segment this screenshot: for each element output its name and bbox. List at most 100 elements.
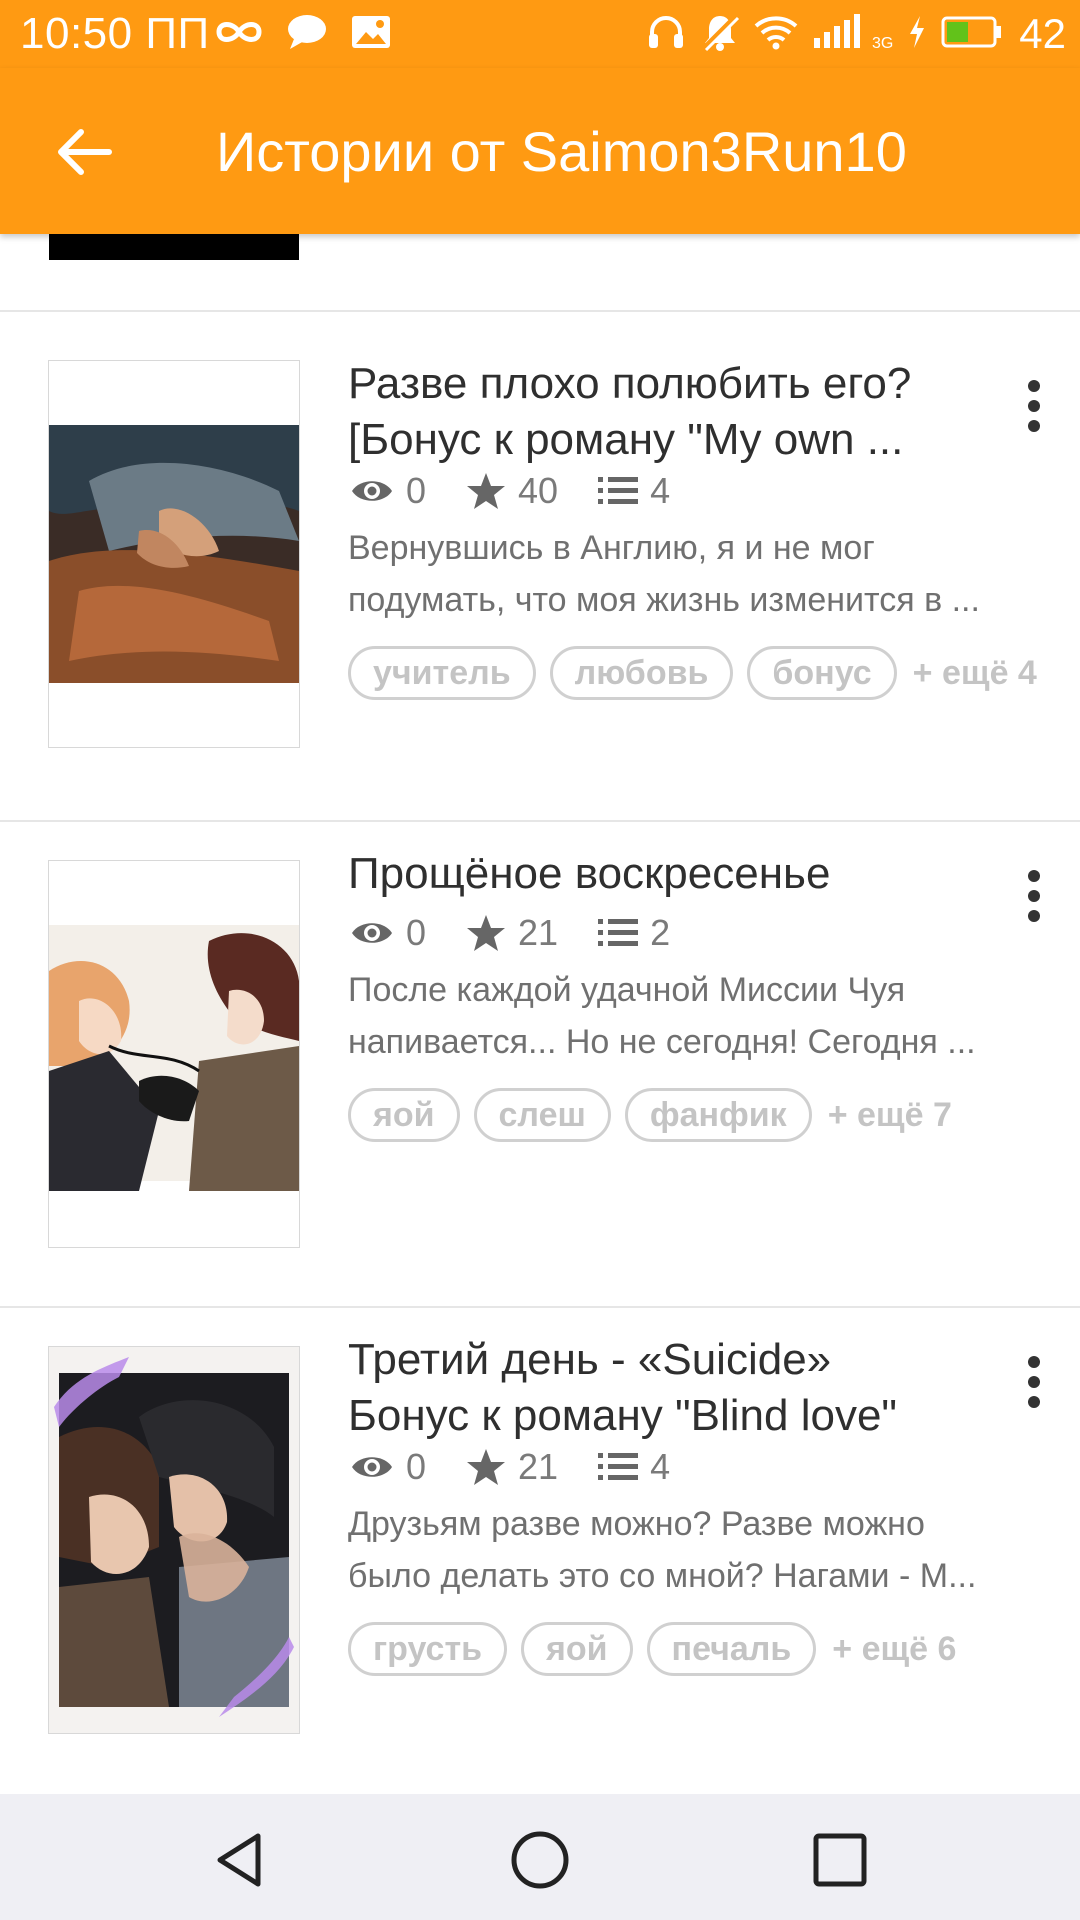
views-count: 0 [406, 470, 427, 511]
eye-icon [352, 1457, 392, 1477]
more-tags-link[interactable]: + ещё 4 [913, 654, 1037, 693]
story-title-line: Прощёное воскресенье [348, 849, 831, 898]
more-vert-dot [1028, 1376, 1040, 1388]
story-description: После каждой удачной Миссии Чуя напивает… [348, 964, 1038, 1068]
story-title[interactable]: Разве плохо полюбить его? [Бонус к роман… [348, 356, 988, 468]
more-vert-dot [1028, 910, 1040, 922]
story-title[interactable]: Прощёное воскресенье [348, 846, 988, 902]
views-stat: 0 [350, 470, 426, 512]
arrow-left-icon [58, 129, 112, 175]
parts-stat: 2 [598, 912, 670, 954]
system-nav-bar [0, 1794, 1080, 1920]
status-bar: 10:50 ПП 3G 42 [0, 0, 1080, 68]
star-icon [467, 1449, 506, 1485]
story-card[interactable]: Разве плохо полюбить его? [Бонус к роман… [0, 312, 1080, 822]
app-toolbar: Истории от Saimon3Run10 [0, 68, 1080, 234]
home-circle-icon [511, 1831, 569, 1889]
description-line: напивается... Но не сегодня! Сегодня ... [348, 1023, 976, 1061]
tag-chip[interactable]: любовь [549, 646, 734, 700]
views-stat: 0 [350, 912, 426, 954]
story-description: Вернувшись в Англию, я и не мог подумать… [348, 522, 1038, 626]
story-stats: 0 21 2 [350, 908, 710, 958]
votes-stat: 21 [466, 1446, 558, 1488]
muted-bell-icon [700, 12, 740, 57]
tag-chip[interactable]: грусть [348, 1622, 508, 1676]
description-line: Вернувшись в Англию, я и не мог [348, 529, 875, 567]
battery-percent: 42 [1019, 10, 1066, 57]
story-title-line: Третий день - «Suicide» [348, 1335, 832, 1384]
tag-chip[interactable]: слеш [473, 1088, 611, 1142]
list-icon [598, 919, 639, 946]
parts-count: 4 [650, 1446, 671, 1487]
tag-chip[interactable]: яой [521, 1622, 633, 1676]
image-notification-icon [350, 14, 392, 55]
parts-stat: 4 [598, 470, 670, 512]
story-cover[interactable] [48, 360, 300, 748]
description-line: подумать, что моя жизнь изменится в ... [348, 581, 980, 619]
battery-icon [941, 15, 1003, 54]
more-vert-icon [1028, 380, 1040, 392]
signal-icon [812, 13, 868, 55]
more-vert-dot [1028, 400, 1040, 412]
eye-icon [352, 923, 392, 943]
story-menu-button[interactable] [1016, 866, 1052, 926]
parts-count: 2 [650, 912, 671, 953]
tag-chip[interactable]: бонус [747, 646, 897, 700]
votes-count: 21 [518, 1446, 559, 1487]
description-line: После каждой удачной Миссии Чуя [348, 971, 906, 1009]
nav-back-button[interactable] [200, 1820, 280, 1900]
views-stat: 0 [350, 1446, 426, 1488]
story-tags: яой слеш фанфик + ещё 7 [348, 1085, 952, 1145]
story-card[interactable]: Третий день - «Suicide» Бонус к роману "… [0, 1308, 1080, 1794]
story-tags: грусть яой печаль + ещё 6 [348, 1619, 956, 1679]
more-tags-link[interactable]: + ещё 7 [828, 1096, 952, 1135]
nav-home-button[interactable] [500, 1820, 580, 1900]
status-notification-icons [214, 10, 392, 58]
back-triangle-icon [217, 1833, 261, 1887]
tag-chip[interactable]: яой [348, 1088, 460, 1142]
story-cover-partial [49, 234, 299, 260]
story-card[interactable]: Прощёное воскресенье 0 21 2 После каждой… [0, 822, 1080, 1308]
story-description: Друзьям разве можно? Разве можно было де… [348, 1498, 1038, 1602]
network-type-label: 3G [871, 35, 894, 52]
description-line: Друзьям разве можно? Разве можно [348, 1505, 925, 1543]
tag-chip[interactable]: печаль [646, 1622, 817, 1676]
list-icon [598, 477, 639, 504]
story-title-line: Бонус к роману "Blind love" [348, 1391, 898, 1440]
star-icon [467, 473, 506, 509]
votes-stat: 21 [466, 912, 558, 954]
story-menu-button[interactable] [1016, 376, 1052, 436]
views-count: 0 [406, 912, 427, 953]
story-title[interactable]: Третий день - «Suicide» Бонус к роману "… [348, 1332, 988, 1444]
back-button[interactable] [40, 112, 130, 192]
more-vert-icon [1028, 870, 1040, 882]
recents-square-icon [813, 1833, 867, 1887]
previous-story-card-partial[interactable] [0, 234, 1080, 312]
list-icon [598, 1453, 639, 1480]
parts-stat: 4 [598, 1446, 670, 1488]
more-vert-dot [1028, 1396, 1040, 1408]
more-vert-dot [1028, 890, 1040, 902]
page-title: Истории от Saimon3Run10 [216, 120, 907, 183]
story-cover[interactable] [48, 860, 300, 1248]
more-tags-link[interactable]: + ещё 6 [832, 1630, 956, 1669]
views-count: 0 [406, 1446, 427, 1487]
wifi-icon [754, 14, 798, 55]
app-root: 10:50 ПП 3G 42 Истории от Saimon3Run10 Р… [0, 0, 1080, 1920]
eye-icon [352, 481, 392, 501]
status-time: 10:50 ПП [20, 9, 210, 58]
tag-chip[interactable]: учитель [348, 646, 536, 700]
story-stats: 0 21 4 [350, 1442, 710, 1492]
description-line: было делать это со мной? Нагами - М... [348, 1557, 977, 1595]
nav-recents-button[interactable] [800, 1820, 880, 1900]
more-vert-icon [1028, 1356, 1040, 1368]
chat-bubble-icon [286, 13, 328, 56]
story-list[interactable]: Разве плохо полюбить его? [Бонус к роман… [0, 234, 1080, 1794]
story-cover[interactable] [48, 1346, 300, 1734]
star-icon [467, 915, 506, 951]
story-title-line: [Бонус к роману "My own ... [348, 415, 904, 464]
tag-chip[interactable]: фанфик [624, 1088, 812, 1142]
charging-icon [907, 14, 927, 55]
more-vert-dot [1028, 420, 1040, 432]
story-menu-button[interactable] [1016, 1352, 1052, 1412]
